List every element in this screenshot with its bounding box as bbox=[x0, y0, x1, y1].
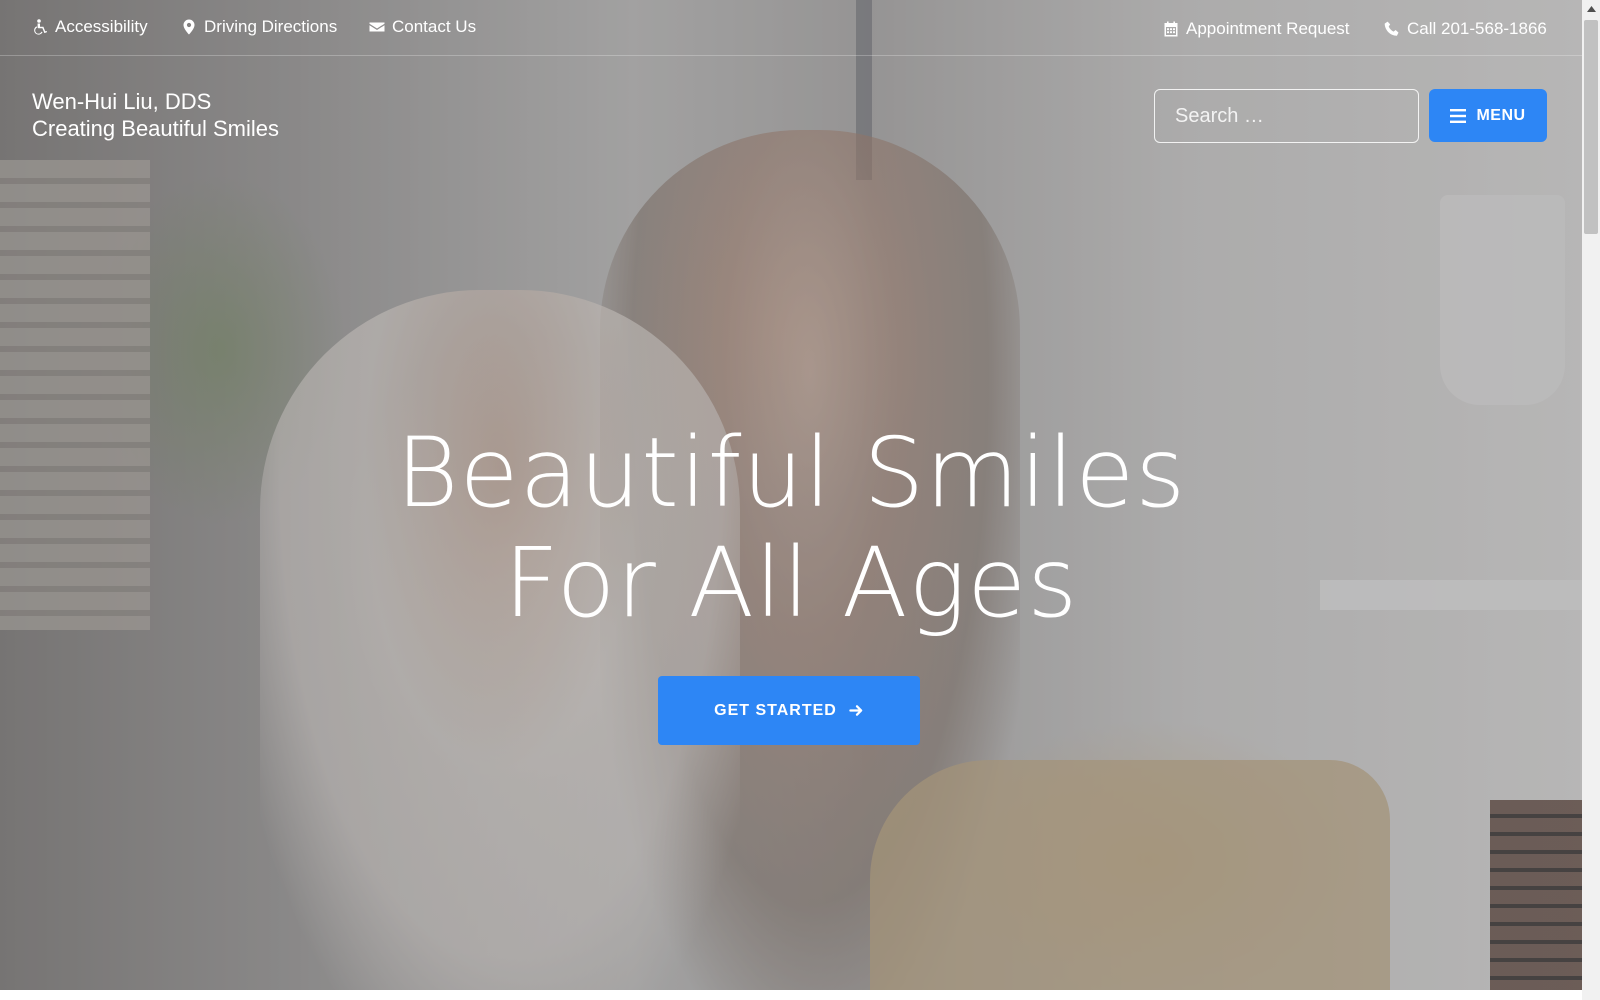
contact-us-link[interactable]: Contact Us bbox=[369, 17, 476, 37]
contact-us-label: Contact Us bbox=[392, 17, 477, 36]
appointment-request-label: Appointment Request bbox=[1186, 19, 1350, 38]
scrollbar-thumb[interactable] bbox=[1584, 20, 1598, 234]
driving-directions-label: Driving Directions bbox=[204, 17, 338, 36]
scroll-up-icon bbox=[1586, 6, 1596, 12]
wheelchair-icon bbox=[32, 19, 48, 35]
menu-button[interactable]: MENU bbox=[1429, 89, 1547, 142]
calendar-icon bbox=[1163, 21, 1179, 37]
menu-label: MENU bbox=[1476, 106, 1526, 124]
hero-headline-line-1: Beautiful Smiles bbox=[395, 417, 1187, 529]
hero-headline-line-2: For All Ages bbox=[503, 527, 1079, 639]
page: Accessibility Driving Directions Contact… bbox=[0, 0, 1600, 1000]
search-form bbox=[1154, 89, 1419, 143]
accessibility-label: Accessibility bbox=[55, 17, 148, 36]
top-utility-bar: Accessibility Driving Directions Contact… bbox=[0, 0, 1582, 56]
practice-tagline: Creating Beautiful Smiles bbox=[32, 116, 280, 141]
page-bottom-strip bbox=[0, 990, 1582, 1000]
search-input[interactable] bbox=[1155, 90, 1418, 142]
get-started-button[interactable]: GET STARTED bbox=[658, 676, 920, 745]
appointment-request-link[interactable]: Appointment Request bbox=[1163, 19, 1350, 39]
get-started-label: GET STARTED bbox=[714, 701, 837, 719]
vertical-scrollbar[interactable] bbox=[1582, 0, 1600, 1000]
site-logo[interactable]: Wen-Hui Liu, DDS Creating Beautiful Smil… bbox=[32, 88, 279, 142]
arrow-right-icon bbox=[849, 705, 863, 716]
hero-headline: Beautiful Smiles For All Ages bbox=[200, 418, 1382, 638]
practice-name: Wen-Hui Liu, DDS bbox=[32, 89, 212, 114]
accessibility-link[interactable]: Accessibility bbox=[32, 17, 148, 37]
phone-icon bbox=[1384, 21, 1400, 37]
driving-directions-link[interactable]: Driving Directions bbox=[181, 17, 337, 37]
scroll-up-arrow[interactable] bbox=[1582, 0, 1600, 18]
envelope-icon bbox=[369, 19, 385, 35]
hamburger-icon bbox=[1450, 108, 1467, 123]
call-phone-link[interactable]: Call 201-568-1866 bbox=[1384, 19, 1547, 39]
map-marker-icon bbox=[181, 19, 197, 35]
call-phone-label: Call 201-568-1866 bbox=[1407, 19, 1547, 38]
